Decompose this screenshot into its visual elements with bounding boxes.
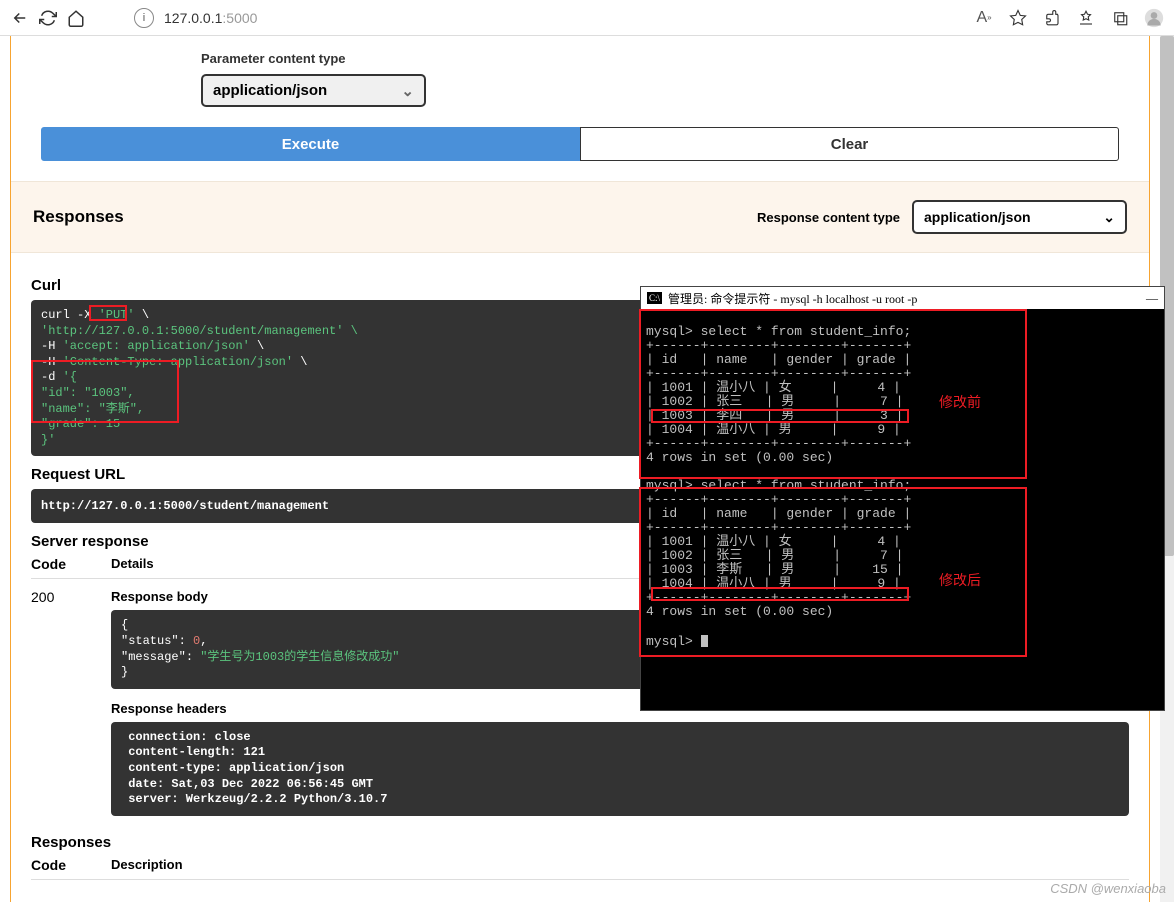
minimize-icon[interactable]: — bbox=[1146, 291, 1158, 306]
profile-icon[interactable] bbox=[1144, 8, 1164, 28]
info-icon[interactable]: i bbox=[134, 8, 154, 28]
back-icon[interactable] bbox=[10, 8, 30, 28]
url-bar[interactable]: i 127.0.0.1:5000 bbox=[94, 6, 966, 30]
annotation-before-label: 修改前 bbox=[939, 397, 981, 411]
cmd-title: 管理员: 命令提示符 - mysql -h localhost -u root … bbox=[668, 290, 917, 307]
responses-heading: Responses bbox=[33, 207, 124, 227]
clear-button[interactable]: Clear bbox=[580, 127, 1119, 161]
responses-divider: Responses Response content type applicat… bbox=[11, 181, 1149, 253]
execute-button[interactable]: Execute bbox=[41, 127, 580, 161]
response-content-type-select[interactable]: application/json ⌄ bbox=[912, 200, 1127, 234]
response-content-type-label: Response content type bbox=[757, 210, 900, 225]
param-content-type-select[interactable]: application/json ⌄ bbox=[201, 74, 426, 107]
chevron-down-icon: ⌄ bbox=[1103, 209, 1115, 226]
description-column-heading: Description bbox=[111, 857, 1129, 873]
url-text: 127.0.0.1:5000 bbox=[164, 10, 257, 26]
favorite-icon[interactable] bbox=[1008, 8, 1028, 28]
cmd-icon: C:\ bbox=[647, 292, 662, 304]
cmd-body[interactable]: mysql> select * from student_info; +----… bbox=[641, 309, 1164, 749]
refresh-icon[interactable] bbox=[38, 8, 58, 28]
favorites-list-icon[interactable] bbox=[1076, 8, 1096, 28]
param-content-type-label: Parameter content type bbox=[201, 41, 1129, 66]
extension-icon[interactable] bbox=[1042, 8, 1062, 28]
cmd-titlebar[interactable]: C:\ 管理员: 命令提示符 - mysql -h localhost -u r… bbox=[641, 287, 1164, 309]
collections-icon[interactable] bbox=[1110, 8, 1130, 28]
home-icon[interactable] bbox=[66, 8, 86, 28]
code-column-heading-2: Code bbox=[31, 857, 111, 873]
annotation-after-label: 修改后 bbox=[939, 575, 981, 589]
chevron-down-icon: ⌄ bbox=[401, 82, 414, 100]
code-column-heading: Code bbox=[31, 556, 111, 572]
cursor bbox=[701, 635, 708, 647]
browser-toolbar: i 127.0.0.1:5000 A» bbox=[0, 0, 1174, 36]
param-content-type-value: application/json bbox=[213, 82, 327, 99]
cmd-window: C:\ 管理员: 命令提示符 - mysql -h localhost -u r… bbox=[640, 286, 1165, 711]
response-code: 200 bbox=[31, 589, 111, 815]
read-aloud-icon[interactable]: A» bbox=[974, 8, 994, 28]
responses-heading-2: Responses bbox=[31, 834, 1129, 851]
